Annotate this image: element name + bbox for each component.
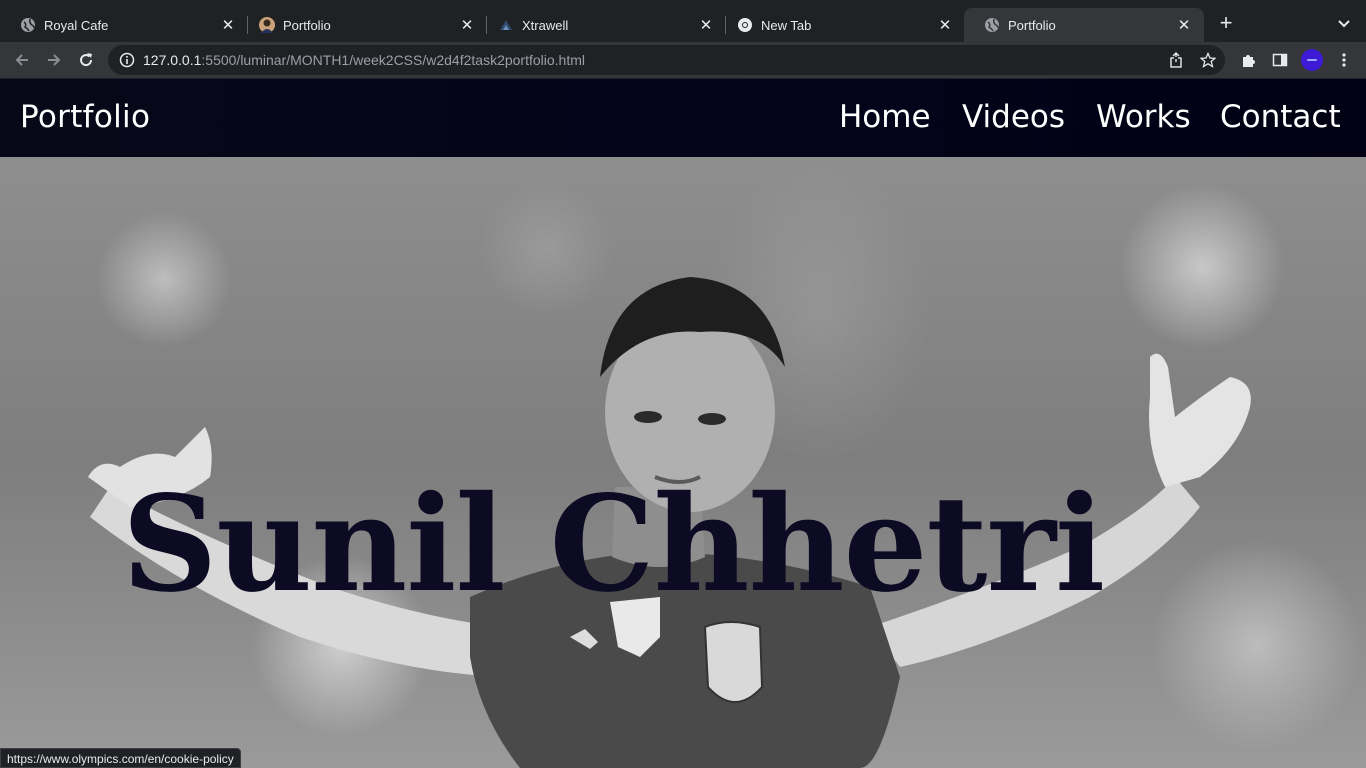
site-info-icon[interactable] xyxy=(119,52,135,68)
avatar-icon xyxy=(259,17,275,33)
hero-section: Sunil Chhetri xyxy=(0,157,1366,768)
tab-search-icon[interactable] xyxy=(1332,12,1356,36)
tab-new-tab[interactable]: New Tab ✕ xyxy=(717,8,965,42)
tab-strip: Royal Cafe ✕ Portfolio ✕ Xtrawell ✕ New … xyxy=(0,0,1366,42)
close-tab-icon[interactable]: ✕ xyxy=(218,15,238,35)
browser-toolbar: 127.0.0.1:5500/luminar/MONTH1/week2CSS/w… xyxy=(0,42,1366,79)
globe-icon xyxy=(20,17,36,33)
share-icon[interactable] xyxy=(1168,52,1184,68)
back-button[interactable] xyxy=(10,48,34,72)
url-path: :5500/luminar/MONTH1/week2CSS/w2d4f2task… xyxy=(201,52,586,68)
hero-player-photo xyxy=(88,277,1251,768)
tab-portfolio-active[interactable]: Portfolio ✕ xyxy=(964,8,1204,42)
tab-title: Xtrawell xyxy=(522,17,569,33)
close-tab-icon[interactable]: ✕ xyxy=(935,15,955,35)
page-viewport: Portfolio Home Videos Works Contact Suni… xyxy=(0,79,1366,768)
tab-title: Portfolio xyxy=(283,17,331,33)
tab-portfolio-1[interactable]: Portfolio ✕ xyxy=(239,8,487,42)
url-text: 127.0.0.1:5500/luminar/MONTH1/week2CSS/w… xyxy=(143,52,585,68)
close-tab-icon[interactable]: ✕ xyxy=(696,15,716,35)
bookmark-star-icon[interactable] xyxy=(1200,52,1216,68)
site-navbar: Portfolio Home Videos Works Contact xyxy=(0,79,1366,157)
nav-link-contact[interactable]: Contact xyxy=(1220,99,1341,135)
extensions-puzzle-icon[interactable] xyxy=(1236,48,1260,72)
tab-title: New Tab xyxy=(761,17,812,33)
url-host: 127.0.0.1 xyxy=(143,52,202,68)
tab-xtrawell[interactable]: Xtrawell ✕ xyxy=(478,8,726,42)
close-tab-icon[interactable]: ✕ xyxy=(1174,15,1194,35)
tab-royal-cafe[interactable]: Royal Cafe ✕ xyxy=(0,8,248,42)
tab-title: Portfolio xyxy=(1008,17,1056,33)
globe-icon xyxy=(984,17,1000,33)
xtrawell-icon xyxy=(498,17,514,33)
nav-link-works[interactable]: Works xyxy=(1096,99,1191,135)
reload-button[interactable] xyxy=(74,48,98,72)
close-tab-icon[interactable]: ✕ xyxy=(457,15,477,35)
hero-name-heading: Sunil Chhetri xyxy=(122,467,1105,622)
side-panel-icon[interactable] xyxy=(1268,48,1292,72)
link-status-bar: https://www.olympics.com/en/cookie-polic… xyxy=(0,748,241,768)
profile-avatar[interactable] xyxy=(1301,49,1323,71)
chrome-icon xyxy=(737,17,753,33)
menu-kebab-icon[interactable] xyxy=(1332,48,1356,72)
nav-link-home[interactable]: Home xyxy=(839,99,931,135)
forward-button[interactable] xyxy=(42,48,66,72)
tab-title: Royal Cafe xyxy=(44,17,109,33)
address-bar[interactable]: 127.0.0.1:5500/luminar/MONTH1/week2CSS/w… xyxy=(108,45,1225,75)
nav-link-videos[interactable]: Videos xyxy=(962,99,1065,135)
new-tab-button[interactable]: + xyxy=(1214,12,1238,36)
site-brand[interactable]: Portfolio xyxy=(20,99,150,135)
